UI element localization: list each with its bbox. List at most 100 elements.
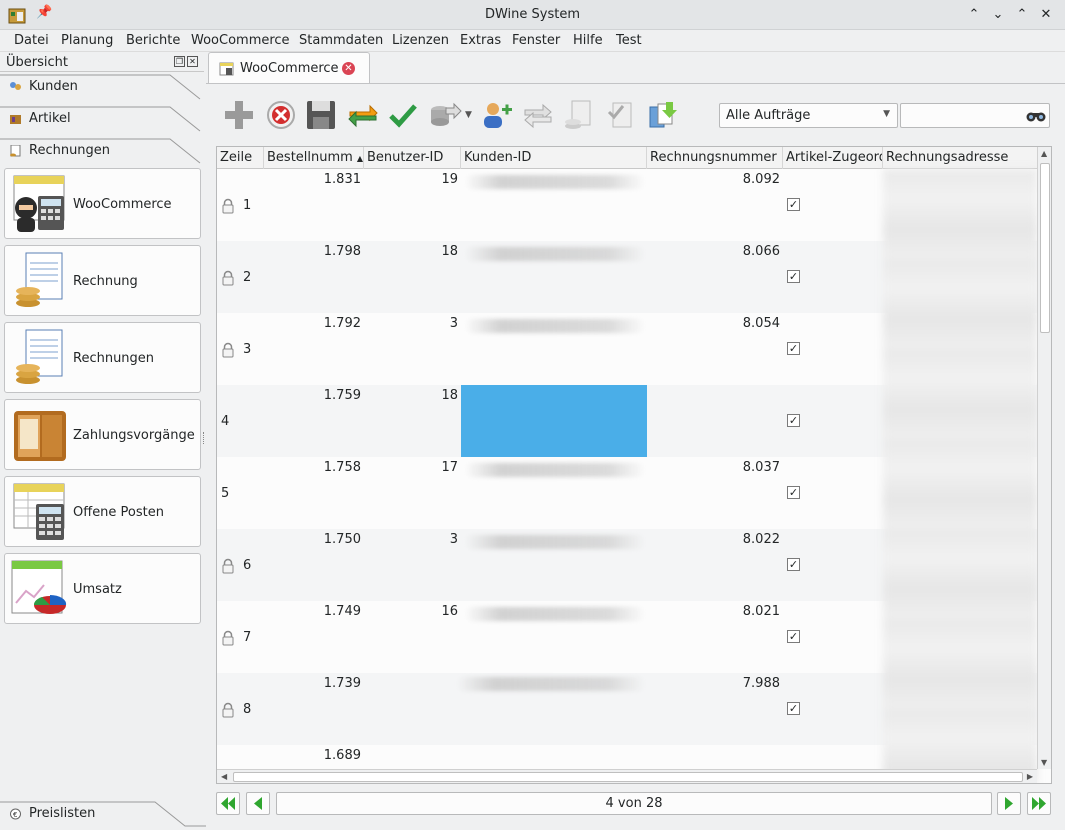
overview-title: Übersicht: [6, 55, 68, 70]
binoculars-search-icon[interactable]: [1026, 108, 1046, 123]
section-artikel[interactable]: Artikel: [0, 104, 206, 134]
section-kunden[interactable]: Kunden: [0, 72, 206, 102]
menu-woocommerce[interactable]: WooCommerce: [191, 33, 290, 48]
horizontal-scroll-thumb[interactable]: [233, 772, 1023, 782]
artikel-zugeordnet-checkbox[interactable]: ✓: [787, 198, 800, 211]
menu-datei[interactable]: Datei: [14, 33, 49, 48]
save-icon[interactable]: [304, 98, 338, 132]
record-navigator: 4 von 28: [206, 790, 1065, 820]
keep-above-button[interactable]: ⌃: [964, 5, 984, 25]
chevron-down-icon: ▼: [883, 109, 890, 119]
col-zeile[interactable]: Zeile: [217, 147, 264, 169]
col-benutzer-id[interactable]: Benutzer-ID: [364, 147, 461, 169]
menu-stammdaten[interactable]: Stammdaten: [299, 33, 383, 48]
export-dropdown-chevron-icon[interactable]: ▼: [465, 110, 472, 120]
lock-icon: [222, 630, 234, 646]
search-input[interactable]: [900, 103, 1050, 128]
scroll-left-icon[interactable]: ◀: [221, 772, 227, 781]
export-database-icon[interactable]: [428, 98, 462, 132]
artikel-zugeordnet-checkbox[interactable]: ✓: [787, 342, 800, 355]
delete-icon[interactable]: [264, 98, 298, 132]
section-preislisten[interactable]: € Preislisten: [0, 799, 206, 829]
artikel-zugeordnet-checkbox[interactable]: ✓: [787, 558, 800, 571]
artikel-zugeordnet-checkbox[interactable]: ✓: [787, 486, 800, 499]
menu-berichte[interactable]: Berichte: [126, 33, 180, 48]
close-panel-icon[interactable]: ✕: [187, 56, 198, 67]
nav-rechnung[interactable]: Rechnung: [4, 245, 201, 316]
add-customer-icon[interactable]: [480, 98, 514, 132]
menu-extras[interactable]: Extras: [460, 33, 501, 48]
nav-offene-posten[interactable]: Offene Posten: [4, 476, 201, 547]
section-kunden-label: Kunden: [29, 79, 78, 94]
lock-icon: [222, 702, 234, 718]
tab-woocommerce[interactable]: WooCommerce ✕: [208, 52, 370, 83]
cell-zeile: 3: [243, 342, 252, 357]
section-artikel-label: Artikel: [29, 111, 71, 126]
next-record-button[interactable]: [997, 792, 1021, 815]
cell-bestellnummer: 1.792: [323, 316, 361, 331]
refresh-sync-icon[interactable]: [346, 98, 380, 132]
tab-woocommerce-label: WooCommerce: [240, 61, 339, 76]
menu-planung[interactable]: Planung: [61, 33, 113, 48]
cell-benutzer-id: 17: [441, 460, 458, 475]
last-record-icon: [1032, 797, 1046, 810]
minimize-button[interactable]: ⌄: [988, 5, 1008, 25]
nav-zahlungsvorgaenge[interactable]: Zahlungsvorgänge: [4, 399, 201, 470]
overview-header: Übersicht ❐ ✕: [0, 54, 204, 72]
add-icon[interactable]: [222, 98, 256, 132]
menu-test[interactable]: Test: [616, 33, 642, 48]
first-record-button[interactable]: [216, 792, 240, 815]
main-area: WooCommerce ✕ ▼ Alle Aufträge ▼ Zeile Be…: [206, 52, 1065, 830]
nav-rechnungen[interactable]: Rechnungen: [4, 322, 201, 393]
col-rechnungsadresse[interactable]: Rechnungsadresse: [883, 147, 1037, 169]
selected-cell-kunden-id[interactable]: [461, 385, 647, 457]
menu-lizenzen[interactable]: Lizenzen: [392, 33, 449, 48]
artikel-zugeordnet-checkbox[interactable]: ✓: [787, 414, 800, 427]
cell-benutzer-id: 18: [441, 244, 458, 259]
first-record-icon: [221, 797, 235, 810]
artikel-zugeordnet-checkbox[interactable]: ✓: [787, 270, 800, 283]
cell-zeile: 8: [243, 702, 252, 717]
previous-record-button[interactable]: [246, 792, 270, 815]
col-rechnungsnummer[interactable]: Rechnungsnummer: [647, 147, 783, 169]
next-record-icon: [1005, 797, 1013, 810]
cell-zeile: 1: [243, 198, 252, 213]
scroll-right-icon[interactable]: ▶: [1027, 772, 1033, 781]
order-filter-select[interactable]: Alle Aufträge ▼: [719, 103, 898, 128]
col-bestellnummer[interactable]: Bestellnumm ▲: [264, 147, 364, 169]
cell-bestellnummer: 1.831: [323, 172, 361, 187]
check-documents-icon[interactable]: [603, 98, 637, 132]
close-window-button[interactable]: ✕: [1036, 5, 1056, 25]
overview-panel: Übersicht ❐ ✕ Kunden Artikel Rechnungen W…: [0, 52, 206, 830]
vertical-scroll-thumb[interactable]: [1040, 163, 1050, 333]
artikel-zugeordnet-checkbox[interactable]: ✓: [787, 630, 800, 643]
nav-woocommerce-label: WooCommerce: [73, 197, 172, 212]
cell-bestellnummer: 1.689: [323, 748, 361, 763]
artikel-zugeordnet-checkbox[interactable]: ✓: [787, 702, 800, 715]
float-panel-icon[interactable]: ❐: [174, 56, 185, 67]
close-tab-icon[interactable]: ✕: [342, 62, 355, 75]
last-record-button[interactable]: [1027, 792, 1051, 815]
scroll-up-icon[interactable]: ▲: [1041, 149, 1047, 158]
col-kunden-id[interactable]: Kunden-ID: [461, 147, 647, 169]
transfer-icon[interactable]: [521, 98, 555, 132]
redacted-kunden-id: [465, 175, 645, 189]
cell-rechnungsnummer: 7.988: [742, 676, 780, 691]
section-rechnungen[interactable]: Rechnungen: [0, 136, 206, 166]
nav-woocommerce[interactable]: WooCommerce: [4, 168, 201, 239]
customers-icon: [10, 82, 21, 90]
window-title: DWine System: [484, 7, 581, 22]
maximize-button[interactable]: ⌃: [1012, 5, 1032, 25]
confirm-check-icon[interactable]: [386, 98, 420, 132]
book-export-icon[interactable]: [646, 98, 680, 132]
col-artikel-zugeordnet[interactable]: Artikel-Zugeord: [783, 147, 883, 169]
nav-umsatz[interactable]: Umsatz: [4, 553, 201, 624]
menu-hilfe[interactable]: Hilfe: [573, 33, 603, 48]
documents-stack-icon[interactable]: [562, 98, 596, 132]
invoices-icon: [10, 145, 21, 157]
menu-fenster[interactable]: Fenster: [512, 33, 560, 48]
horizontal-scrollbar[interactable]: ◀ ▶: [217, 769, 1037, 783]
panel-splitter[interactable]: [203, 432, 205, 444]
vertical-scrollbar[interactable]: ▲ ▼: [1037, 147, 1051, 769]
scroll-down-icon[interactable]: ▼: [1041, 758, 1047, 767]
